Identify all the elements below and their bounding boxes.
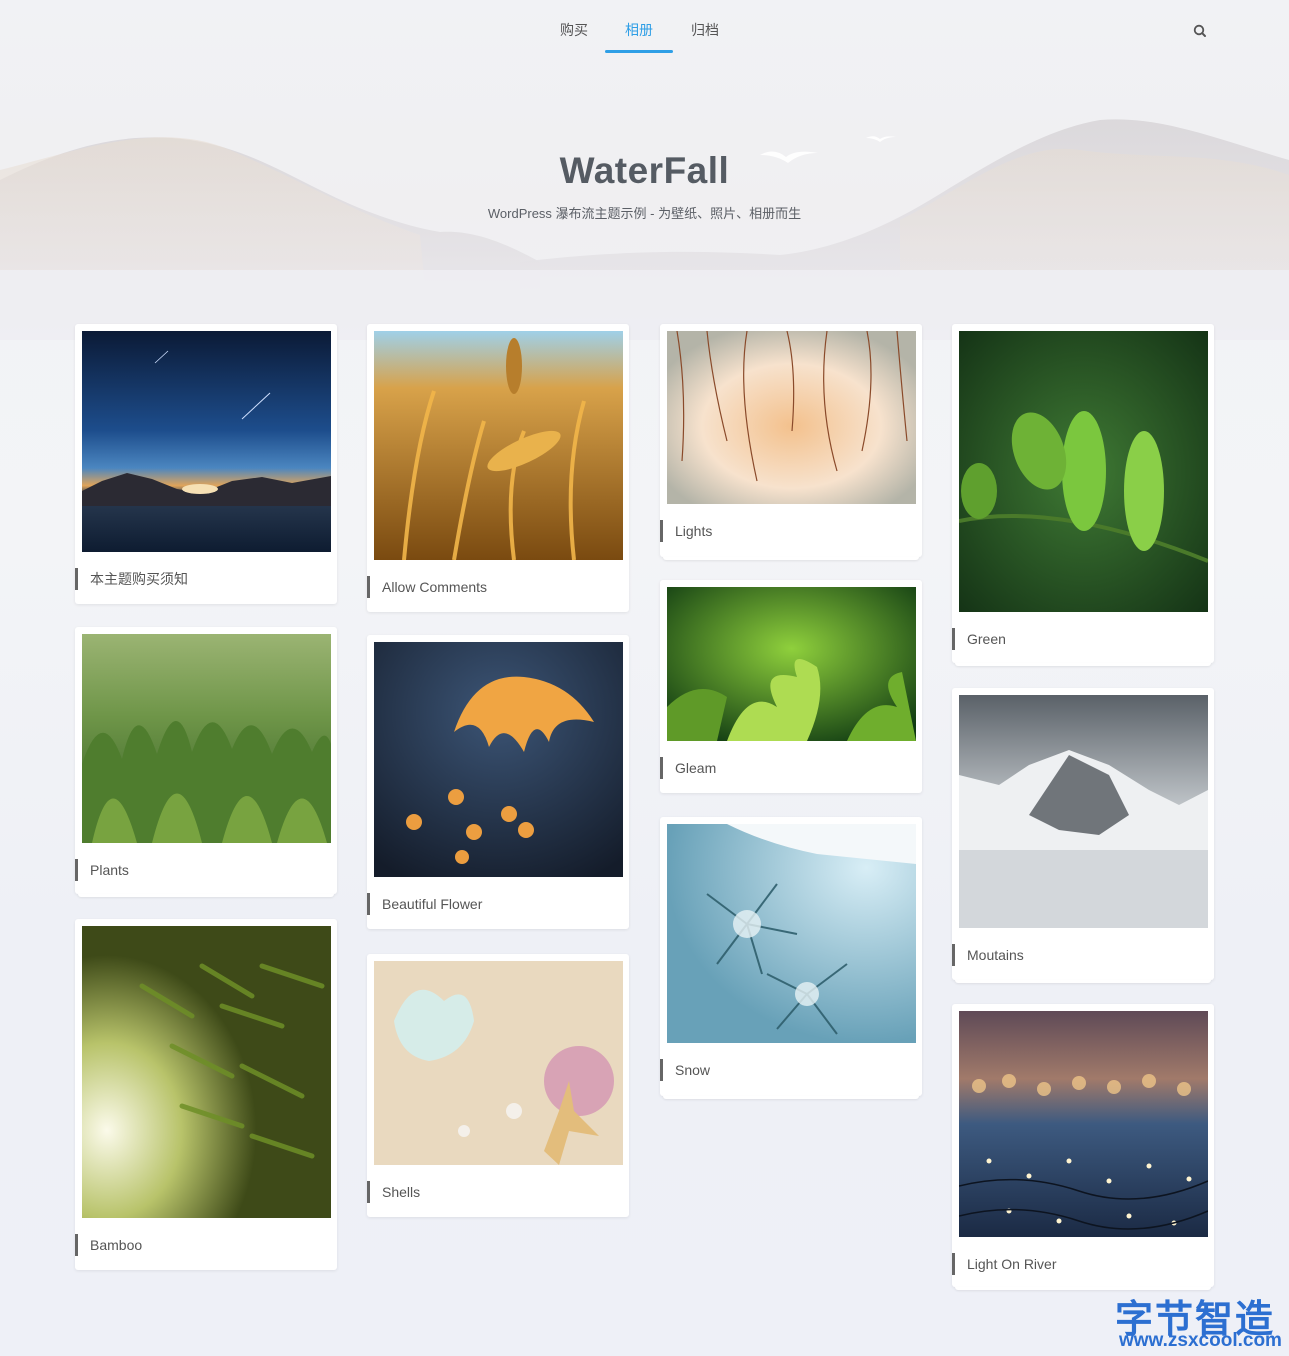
card-label: 本主题购买须知	[75, 568, 188, 590]
gallery-card-gleam[interactable]: Gleam	[660, 580, 922, 793]
gallery-card-allow-comments[interactable]: Allow Comments	[367, 324, 629, 612]
top-navigation: 购买 相册 归档	[0, 0, 1289, 60]
gallery-card-notice[interactable]: 本主题购买须知	[75, 324, 337, 604]
card-label: Bamboo	[75, 1234, 142, 1256]
gallery-card-snow[interactable]: Snow	[660, 817, 922, 1096]
green-leaves-image	[959, 331, 1208, 612]
willow-lights-image	[667, 331, 916, 504]
card-label: Plants	[75, 859, 129, 881]
night-sky-image	[82, 331, 331, 552]
plants-image	[82, 634, 331, 843]
search-button[interactable]	[1192, 23, 1208, 39]
site-subtitle: WordPress 瀑布流主题示例 - 为壁纸、照片、相册而生	[487, 206, 802, 221]
card-stack-edge	[663, 1096, 919, 1099]
gallery-card-plants[interactable]: Plants	[75, 627, 337, 894]
nav-item-buy[interactable]: 购买	[559, 20, 589, 40]
card-label: Moutains	[952, 944, 1024, 966]
gallery-card-light-on-river[interactable]: Light On River	[952, 1004, 1214, 1287]
bamboo-image	[82, 926, 331, 1218]
watermark-url: www.zsxcool.com	[1119, 1330, 1282, 1351]
gallery-card-shells[interactable]: Shells	[367, 954, 629, 1217]
card-label: Snow	[660, 1059, 710, 1081]
card-stack-edge	[955, 980, 1211, 983]
nav-item-album[interactable]: 相册	[624, 20, 654, 40]
card-stack-edge	[78, 894, 334, 897]
card-label: Allow Comments	[367, 576, 487, 598]
wheat-image	[374, 331, 623, 560]
gallery-card-lights[interactable]: Lights	[660, 324, 922, 557]
snowy-mountains-image	[959, 695, 1208, 928]
card-label: Gleam	[660, 757, 716, 779]
river-lights-image	[959, 1011, 1208, 1237]
nav-active-underline	[605, 50, 673, 53]
site-title: WaterFall	[559, 150, 730, 191]
watermark: 字节智造 www.zsxcool.com	[1113, 1288, 1289, 1356]
card-label: Light On River	[952, 1253, 1056, 1275]
nav-item-archive[interactable]: 归档	[690, 20, 720, 40]
search-icon	[1193, 24, 1206, 37]
gallery-card-bamboo[interactable]: Bamboo	[75, 919, 337, 1270]
gallery-card-moutains[interactable]: Moutains	[952, 688, 1214, 980]
card-label: Lights	[660, 520, 712, 542]
green-sprouts-image	[667, 587, 916, 741]
gallery-card-beautiful-flower[interactable]: Beautiful Flower	[367, 635, 629, 929]
shells-image	[374, 961, 623, 1165]
card-label: Shells	[367, 1181, 420, 1203]
card-stack-edge	[955, 663, 1211, 666]
flower-image	[374, 642, 623, 877]
card-label: Green	[952, 628, 1006, 650]
card-label: Beautiful Flower	[367, 893, 482, 915]
snowy-pine-image	[667, 824, 916, 1043]
gallery-card-green[interactable]: Green	[952, 324, 1214, 663]
card-stack-edge	[663, 557, 919, 560]
